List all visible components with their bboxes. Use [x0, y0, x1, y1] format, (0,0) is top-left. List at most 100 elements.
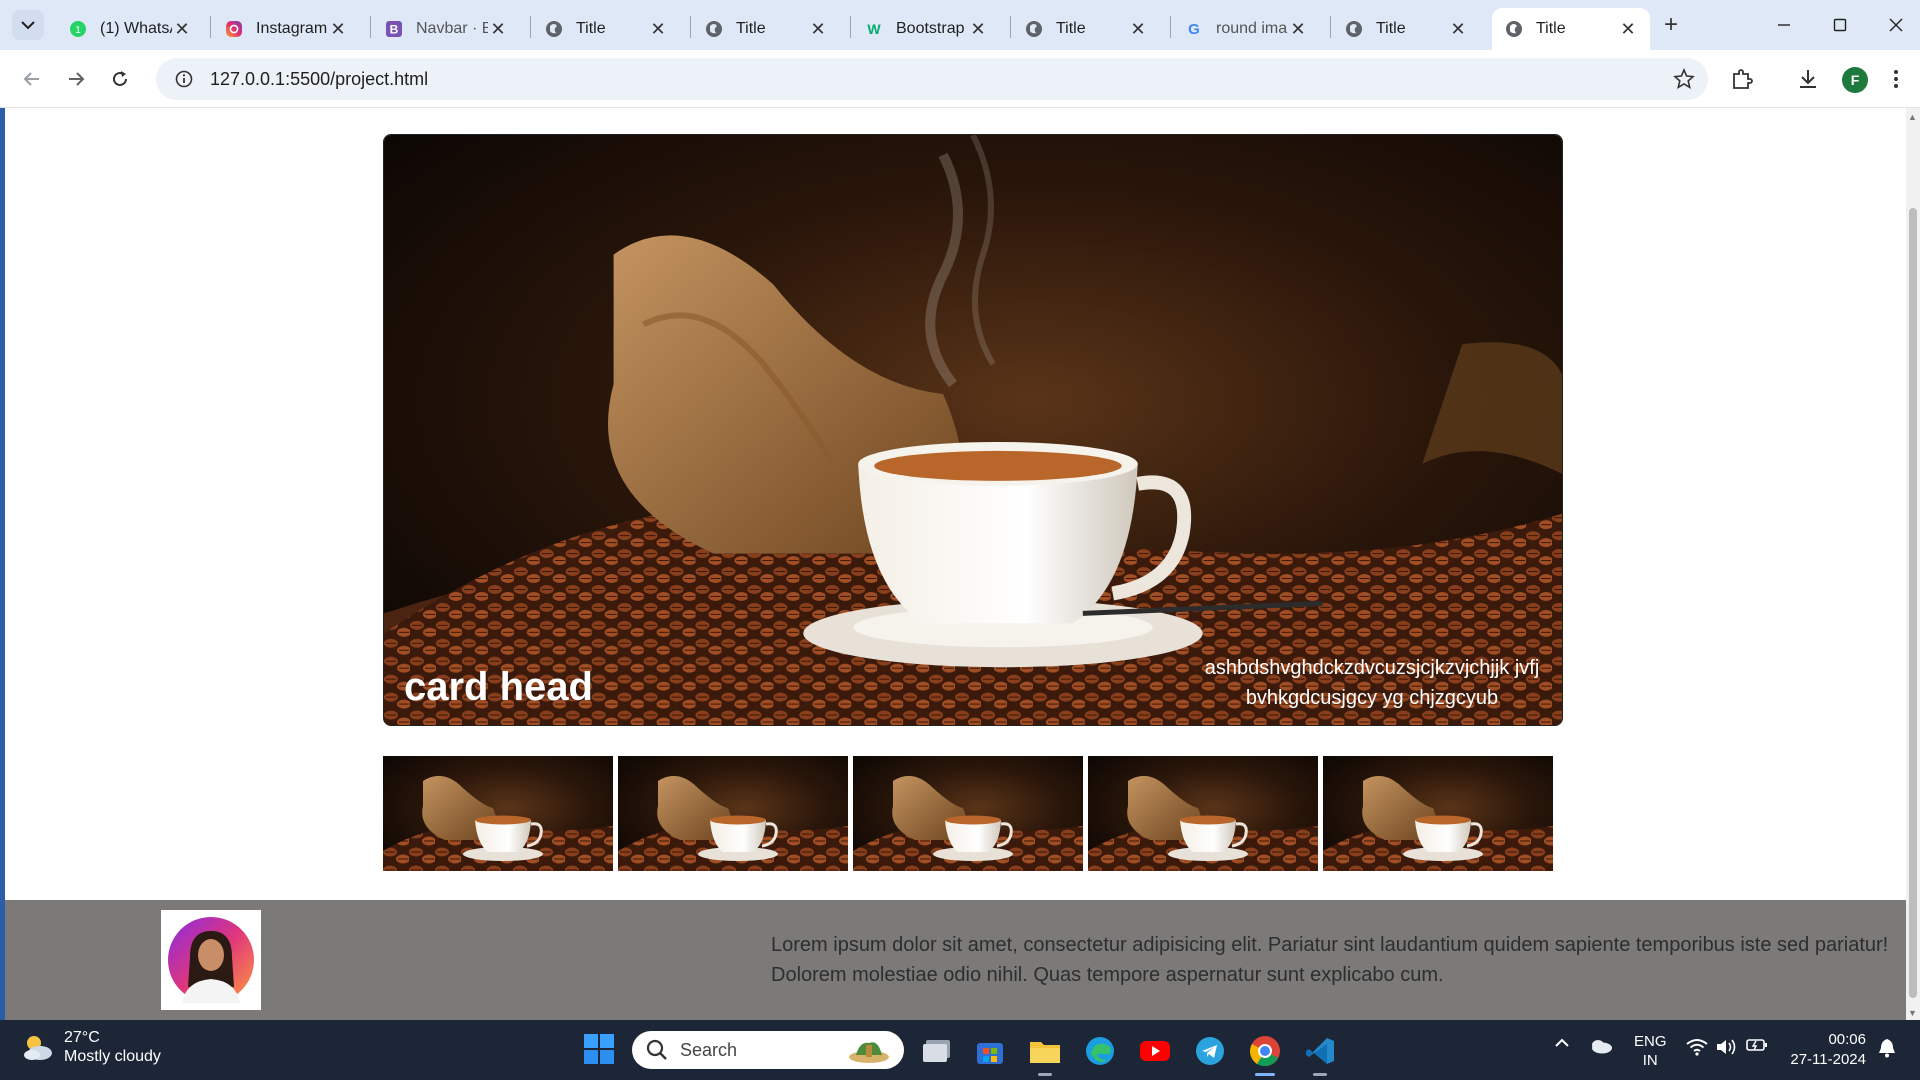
arrow-left-icon: [23, 72, 39, 86]
forward-button[interactable]: [60, 63, 92, 95]
battery-button[interactable]: [1744, 1038, 1770, 1052]
close-icon[interactable]: ✕: [808, 19, 828, 40]
thumbnail-image[interactable]: [383, 756, 613, 871]
onedrive-button[interactable]: [1588, 1038, 1614, 1054]
tab-title: Title: [1376, 20, 1406, 37]
thumbnail-image[interactable]: [1323, 756, 1553, 871]
puzzle-icon: [1733, 69, 1753, 89]
bookmark-star-icon[interactable]: [1672, 67, 1696, 91]
system-clock[interactable]: 00:06 27-11-2024: [1786, 1030, 1866, 1070]
close-icon[interactable]: ✕: [1448, 19, 1468, 40]
menu-button[interactable]: [1882, 65, 1910, 93]
tab-title-1[interactable]: Title ✕: [532, 8, 680, 50]
close-icon[interactable]: ✕: [488, 19, 508, 40]
scrollbar-thumb[interactable]: [1909, 208, 1917, 998]
chevron-up-icon: [1555, 1038, 1569, 1047]
extensions-button[interactable]: [1728, 65, 1756, 93]
close-icon[interactable]: ✕: [328, 19, 348, 40]
weather-temp: 27°C: [64, 1029, 100, 1046]
reload-button[interactable]: [104, 63, 136, 95]
start-button[interactable]: [584, 1034, 614, 1064]
tab-whatsapp[interactable]: 1 (1) WhatsA ✕: [56, 8, 204, 50]
close-icon: [1889, 18, 1903, 32]
tab-title-2[interactable]: Title ✕: [692, 8, 840, 50]
close-icon[interactable]: ✕: [1618, 19, 1638, 40]
close-icon[interactable]: ✕: [968, 19, 988, 40]
running-indicator: [1038, 1073, 1052, 1076]
tab-title-3[interactable]: Title ✕: [1012, 8, 1160, 50]
youtube-icon: [1140, 1041, 1170, 1061]
taskbar-search[interactable]: Search: [632, 1031, 904, 1069]
globe-icon: [1344, 19, 1364, 39]
taskbar-app-telegram[interactable]: [1193, 1034, 1227, 1068]
wifi-button[interactable]: [1684, 1038, 1710, 1056]
whatsapp-icon: 1: [68, 19, 88, 39]
tab-title-4[interactable]: Title ✕: [1332, 8, 1480, 50]
clipped-text: [565, 108, 1265, 114]
tab-bootstrap[interactable]: W Bootstrap ✕: [852, 8, 1000, 50]
svg-text:G: G: [1188, 21, 1200, 38]
info-icon[interactable]: [164, 70, 204, 88]
taskbar-app-taskview[interactable]: [920, 1034, 954, 1068]
window-close-button[interactable]: [1876, 8, 1916, 42]
globe-icon: [1504, 19, 1524, 39]
page-viewport: card head ashbdshvghdckzdvcuzsjcjkzvjchj…: [0, 108, 1920, 1020]
address-bar[interactable]: [156, 58, 1708, 100]
weather-widget[interactable]: 27°C Mostly cloudy: [20, 1028, 161, 1066]
weather-condition: Mostly cloudy: [64, 1048, 161, 1065]
taskbar-app-explorer[interactable]: [1028, 1034, 1062, 1076]
minimize-button[interactable]: [1764, 8, 1804, 42]
clock-time: 00:06: [1828, 1031, 1866, 1048]
profile-avatar[interactable]: F: [1842, 67, 1868, 93]
new-tab-button[interactable]: +: [1656, 10, 1686, 40]
tab-strip: 1 (1) WhatsA ✕ Instagram ✕ B Navbar · B …: [0, 0, 1920, 50]
url-input[interactable]: [210, 59, 1610, 99]
tab-divider: [1010, 16, 1011, 38]
arrow-right-icon: [69, 72, 85, 86]
footer: Lorem ipsum dolor sit amet, consectetur …: [5, 900, 1911, 1020]
taskbar-app-youtube[interactable]: [1138, 1034, 1172, 1068]
taskbar-app-store[interactable]: [973, 1034, 1007, 1068]
thumbnail-image[interactable]: [853, 756, 1083, 871]
minimize-icon: [1778, 24, 1790, 26]
cloud-icon: [1592, 1040, 1612, 1054]
taskbar-app-edge[interactable]: [1083, 1034, 1117, 1068]
back-button[interactable]: [16, 63, 48, 95]
scroll-down-icon[interactable]: ▼: [1908, 1008, 1917, 1018]
thumbnail-image[interactable]: [1088, 756, 1318, 871]
close-icon[interactable]: ✕: [648, 19, 668, 40]
tab-title: Bootstrap: [896, 20, 965, 37]
close-icon[interactable]: ✕: [1128, 19, 1148, 40]
battery-charging-icon: [1746, 1039, 1767, 1051]
tab-title-active[interactable]: Title ✕: [1492, 8, 1650, 50]
instagram-icon: [224, 19, 244, 39]
taskbar-app-vscode[interactable]: [1303, 1034, 1337, 1076]
tray-overflow-button[interactable]: [1552, 1038, 1572, 1048]
search-label: Search: [680, 1039, 738, 1060]
language-indicator[interactable]: ENG IN: [1634, 1032, 1667, 1070]
tab-instagram[interactable]: Instagram ✕: [212, 8, 360, 50]
tab-search-button[interactable]: [12, 10, 44, 40]
edge-icon: [1086, 1037, 1114, 1065]
page-scrollbar[interactable]: ▲ ▼: [1906, 108, 1920, 1020]
tab-navbar[interactable]: B Navbar · B ✕: [372, 8, 520, 50]
card-text: ashbdshvghdckzdvcuzsjcjkzvjchjjk jvfjbvh…: [1204, 657, 1540, 709]
region-code: IN: [1642, 1052, 1658, 1069]
task-view-icon: [923, 1040, 950, 1062]
volume-button[interactable]: [1714, 1038, 1740, 1056]
vscode-icon: [1306, 1038, 1334, 1064]
svg-text:1: 1: [75, 25, 81, 36]
w3schools-icon: W: [864, 19, 884, 39]
taskbar-app-chrome[interactable]: [1248, 1034, 1282, 1076]
reload-icon: [113, 71, 127, 86]
maximize-button[interactable]: [1820, 8, 1860, 42]
tab-title: Title: [576, 20, 606, 37]
notifications-button[interactable]: [1874, 1038, 1900, 1058]
thumbnail-image[interactable]: [618, 756, 848, 871]
microsoft-store-icon: [977, 1043, 1003, 1064]
downloads-button[interactable]: [1794, 65, 1822, 93]
scroll-up-icon[interactable]: ▲: [1908, 112, 1917, 122]
tab-google[interactable]: G round ima ✕: [1172, 8, 1320, 50]
close-icon[interactable]: ✕: [172, 19, 192, 40]
close-icon[interactable]: ✕: [1288, 19, 1308, 40]
